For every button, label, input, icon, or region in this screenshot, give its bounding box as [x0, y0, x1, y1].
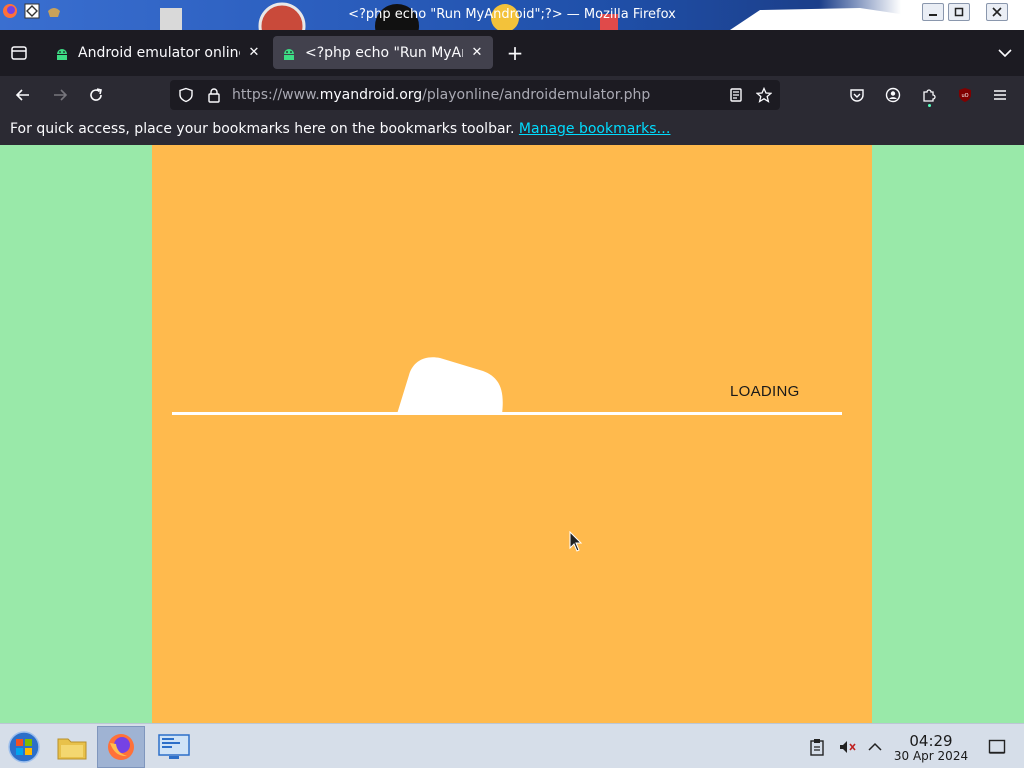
volume-muted-icon — [840, 741, 856, 753]
reload-icon — [90, 88, 102, 101]
account-button[interactable] — [882, 84, 904, 106]
show-hidden-icons-button[interactable] — [866, 738, 884, 756]
account-icon — [885, 87, 901, 103]
tab-label: <?php echo "Run MyAnd — [305, 44, 463, 61]
extensions-button[interactable] — [918, 84, 940, 107]
maximize-icon — [954, 7, 964, 17]
taskbar-remote-desktop[interactable] — [150, 726, 198, 768]
firefox-icon — [108, 734, 134, 760]
ublock-origin-button[interactable]: uO — [954, 84, 976, 106]
android-icon — [284, 48, 294, 60]
mouse-cursor-icon — [569, 531, 583, 552]
loading-blob-shape — [397, 357, 503, 414]
new-tab-button[interactable]: + — [504, 41, 526, 65]
clock-date[interactable]: 30 Apr 2024 — [890, 749, 972, 763]
list-all-tabs-button[interactable] — [994, 42, 1016, 64]
extension-dot — [928, 104, 931, 107]
minimize-button[interactable] — [922, 3, 944, 21]
remote-desktop-icon — [158, 734, 190, 759]
reload-button[interactable] — [85, 84, 107, 106]
bookmarks-hint-text: For quick access, place your bookmarks h… — [10, 121, 515, 137]
forward-arrow-icon — [54, 89, 68, 101]
minimize-icon — [929, 14, 937, 16]
manage-bookmarks-link[interactable]: Manage bookmarks… — [519, 121, 671, 137]
taskbar-firefox[interactable] — [97, 726, 145, 768]
start-orb-icon — [8, 731, 40, 763]
desktop-icon — [988, 739, 1006, 754]
svg-text:uO: uO — [961, 93, 968, 99]
maximize-button[interactable] — [948, 3, 970, 21]
pocket-icon — [850, 89, 864, 102]
bookmark-star-icon[interactable] — [756, 87, 772, 103]
app-menu-button[interactable] — [989, 84, 1011, 106]
lock-icon[interactable] — [206, 87, 222, 103]
navigation-toolbar: https://www.myandroid.org/playonline/and… — [0, 76, 1024, 114]
back-arrow-icon — [15, 89, 29, 101]
close-window-button[interactable] — [986, 3, 1008, 21]
volume-tray-button[interactable] — [838, 738, 856, 756]
url-bar[interactable]: https://www.myandroid.org/playonline/and… — [170, 80, 780, 110]
chevron-down-icon — [998, 49, 1012, 58]
emulator-screen[interactable]: LOADING — [152, 145, 872, 723]
tab-run-myandroid[interactable]: <?php echo "Run MyAnd ✕ — [273, 36, 493, 69]
taskbar: 04:29 30 Apr 2024 — [0, 723, 1024, 768]
clipboard-tray-button[interactable] — [808, 738, 826, 756]
taskbar-file-manager[interactable] — [48, 726, 96, 768]
page-content: LOADING — [0, 145, 1024, 723]
tab-strip: Android emulator online ✕ <?php echo "Ru… — [0, 30, 1024, 76]
tab-close-button[interactable]: ✕ — [246, 45, 262, 60]
clock-time[interactable]: 04:29 — [898, 732, 964, 750]
clipboard-icon — [810, 739, 824, 756]
firefox-view-button[interactable] — [8, 42, 30, 64]
tab-label: Android emulator online — [78, 44, 240, 61]
reader-view-icon[interactable] — [728, 87, 744, 103]
firefox-view-icon — [11, 46, 27, 60]
show-desktop-button[interactable] — [988, 738, 1006, 756]
puzzle-icon — [923, 89, 936, 102]
url-prefix: https://www. — [232, 87, 320, 103]
forward-button[interactable] — [49, 84, 71, 106]
loading-text: LOADING — [730, 383, 800, 400]
window-titlebar: <?php echo "Run MyAndroid";?> — Mozilla … — [0, 0, 1024, 30]
bookmarks-toolbar: For quick access, place your bookmarks h… — [0, 114, 1024, 145]
start-button[interactable] — [0, 726, 48, 768]
tab-close-button[interactable]: ✕ — [469, 45, 485, 60]
back-button[interactable] — [12, 84, 34, 106]
url-host: myandroid.org — [319, 87, 423, 103]
url-path: /playonline/androidemulator.php — [422, 87, 651, 103]
hamburger-menu-icon — [994, 90, 1006, 100]
chevron-up-icon — [868, 742, 882, 751]
url-text[interactable]: https://www.myandroid.org/playonline/and… — [232, 87, 650, 103]
folder-icon — [57, 738, 87, 760]
pocket-button[interactable] — [846, 84, 868, 106]
loading-progress-line — [172, 412, 842, 415]
tracking-protection-shield-icon[interactable] — [178, 87, 194, 103]
ublock-shield-icon: uO — [959, 88, 971, 102]
window-title: <?php echo "Run MyAndroid";?> — Mozilla … — [348, 7, 676, 22]
close-icon — [992, 7, 1002, 17]
android-icon — [57, 48, 67, 60]
tab-android-emulator-online[interactable]: Android emulator online ✕ — [46, 36, 270, 69]
